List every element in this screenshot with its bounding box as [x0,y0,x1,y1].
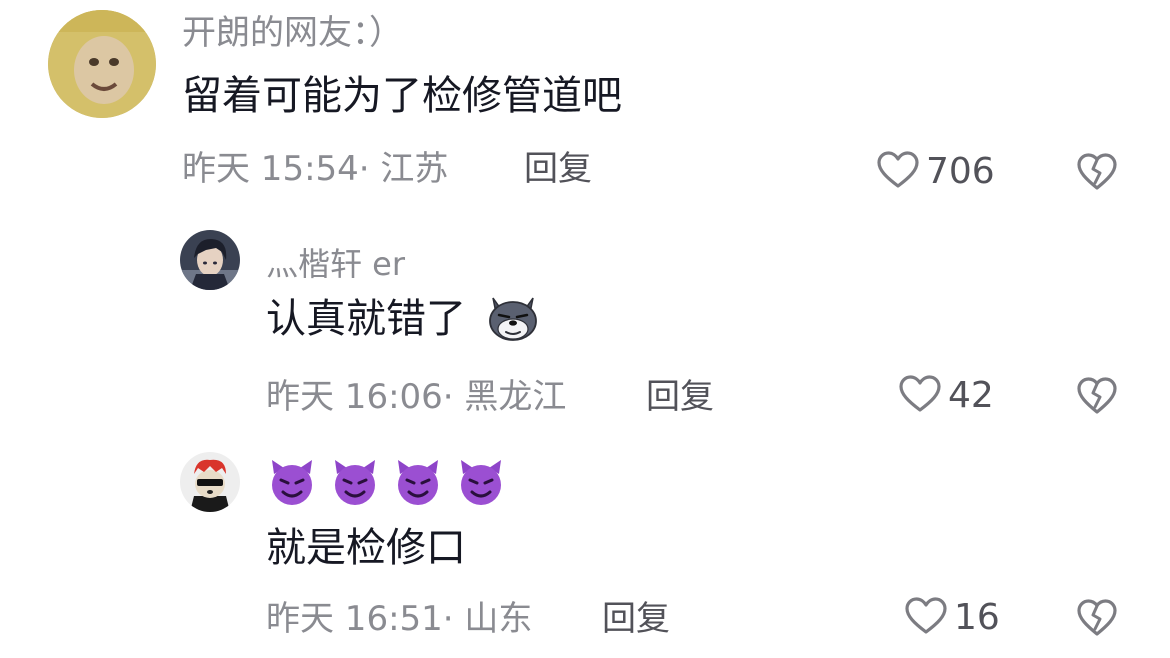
comment-username[interactable]: 灬楷轩 er [266,248,405,280]
like-button[interactable]: 42 [898,374,994,418]
comment-text: 就是检修口 [266,525,466,571]
smiling-devil-emoji [455,456,507,508]
comment-text-body: 认真就错了 [266,296,466,342]
dislike-button[interactable] [1076,376,1118,420]
comment-text: 留着可能为了检修管道吧 [182,73,622,119]
dislike-button[interactable] [1076,152,1118,196]
comment-time: 昨天 16:51 [266,599,443,639]
comment-meta: 昨天 16:51· 山东 [266,602,532,636]
emoji-row [266,456,507,508]
meta-separator: · [442,599,454,639]
meta-separator: · [442,377,454,417]
reply-comment-item: 灬楷轩 er 认真就错了 昨天 16:06· 黑龙江 回复 42 [0,220,1170,430]
comment-location: 黑龙江 [464,377,567,417]
like-count: 16 [954,597,1000,638]
avatar[interactable] [48,10,156,118]
comment-time: 昨天 15:54 [182,149,359,189]
smiling-devil-emoji [329,456,381,508]
comment-text: 认真就错了 [266,296,541,344]
comment-username[interactable]: 开朗的网友：） [182,16,403,50]
meta-separator: · [358,149,370,189]
like-button[interactable]: 706 [876,150,995,194]
heart-outline-icon [904,596,948,640]
like-count: 706 [926,151,995,192]
heart-outline-icon [898,374,942,418]
broken-heart-icon [1076,377,1118,420]
reply-button[interactable]: 回复 [602,602,670,636]
reply-button[interactable]: 回复 [646,380,714,414]
reply-comment-item: 就是检修口 昨天 16:51· 山东 回复 16 [0,440,1170,658]
dog-sunglasses-avatar-image [180,452,240,512]
broken-heart-icon [1076,153,1118,196]
anime-boy-avatar-image [180,230,240,290]
avatar[interactable] [180,452,240,512]
avatar[interactable] [180,230,240,290]
reply-button[interactable]: 回复 [524,152,592,186]
comment-location: 山东 [464,599,533,639]
like-button[interactable]: 16 [904,596,1000,640]
comment-location: 江苏 [380,149,449,189]
smiling-devil-emoji [392,456,444,508]
like-count: 42 [948,375,994,416]
wolf-emoji [485,288,541,344]
comment-time: 昨天 16:06 [266,377,443,417]
comment-item: 开朗的网友：） 留着可能为了检修管道吧 昨天 15:54· 江苏 回复 706 [0,0,1170,210]
smiling-devil-emoji [266,456,318,508]
dislike-button[interactable] [1076,598,1118,642]
comment-meta: 昨天 15:54· 江苏 [182,152,448,186]
teletubby-avatar-image [48,10,156,118]
comment-meta: 昨天 16:06· 黑龙江 [266,380,566,414]
broken-heart-icon [1076,599,1118,642]
heart-outline-icon [876,150,920,194]
